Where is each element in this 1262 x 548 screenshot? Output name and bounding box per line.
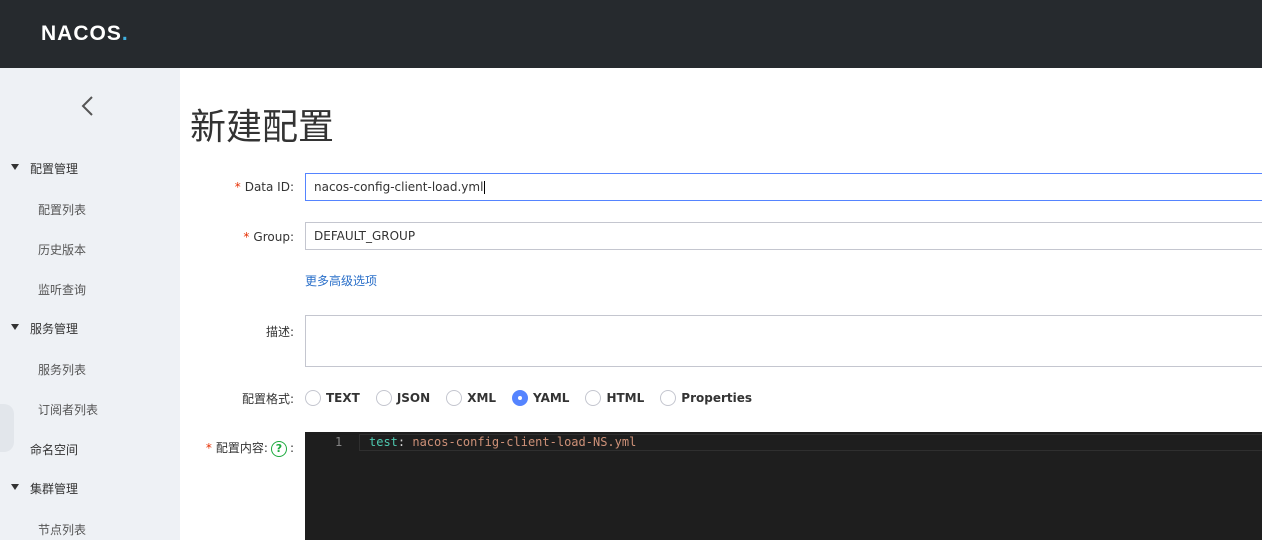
radio-label: HTML bbox=[606, 391, 645, 405]
nacos-logo[interactable]: NACOS. bbox=[41, 22, 129, 46]
required-mark: * bbox=[243, 230, 250, 244]
radio-circle bbox=[660, 390, 677, 406]
yaml-separator: : bbox=[397, 435, 413, 449]
format-radio-group: TEXT JSON XML YAML HTML Properties bbox=[305, 388, 768, 408]
text-cursor bbox=[484, 181, 486, 194]
yaml-key: test bbox=[369, 435, 398, 449]
radio-label: YAML bbox=[533, 391, 570, 405]
sidebar-item-label: 订阅者列表 bbox=[38, 403, 99, 417]
radio-circle bbox=[512, 390, 529, 406]
sidebar-group-service-management[interactable]: 服务管理 bbox=[0, 308, 180, 348]
data-id-value: nacos-config-client-load.yml bbox=[314, 180, 484, 194]
sidebar-item-service-list[interactable]: 服务列表 bbox=[0, 348, 180, 388]
format-radio-properties[interactable]: Properties bbox=[660, 390, 752, 406]
sidebar-group-label: 服务管理 bbox=[30, 321, 79, 336]
group-label-text: Group: bbox=[253, 230, 294, 244]
group-value: DEFAULT_GROUP bbox=[314, 229, 416, 243]
caret-down-icon bbox=[11, 484, 19, 490]
content-label-colon: : bbox=[289, 441, 294, 455]
sidebar-group-label: 配置管理 bbox=[30, 161, 79, 176]
caret-down-icon bbox=[11, 324, 19, 330]
sidebar-group-config-management[interactable]: 配置管理 bbox=[0, 148, 180, 188]
radio-label: Properties bbox=[681, 391, 753, 405]
sidebar-item-namespace[interactable]: 命名空间 bbox=[0, 428, 180, 468]
line-number: 1 bbox=[335, 435, 343, 449]
radio-circle bbox=[446, 390, 463, 406]
sidebar-group-cluster-management[interactable]: 集群管理 bbox=[0, 468, 180, 508]
sidebar-item-subscriber-list[interactable]: 订阅者列表 bbox=[0, 388, 180, 428]
sidebar-item-listener-query[interactable]: 监听查询 bbox=[0, 268, 180, 308]
chevron-left-icon bbox=[81, 96, 93, 116]
logo-text: NACOS bbox=[41, 22, 122, 45]
sidebar-item-history[interactable]: 历史版本 bbox=[0, 228, 180, 268]
radio-label: TEXT bbox=[326, 391, 360, 405]
sidebar-item-label: 监听查询 bbox=[38, 283, 87, 297]
data-id-label: * Data ID: bbox=[180, 180, 294, 194]
format-radio-text[interactable]: TEXT bbox=[305, 390, 360, 406]
required-mark: * bbox=[234, 180, 241, 194]
required-mark: * bbox=[205, 441, 212, 455]
sidebar-item-label: 历史版本 bbox=[38, 243, 87, 257]
yaml-value: nacos-config-client-load-NS.yml bbox=[412, 435, 637, 449]
data-id-input[interactable]: nacos-config-client-load.yml bbox=[305, 173, 1262, 201]
content-label: * 配置内容:?: bbox=[180, 439, 294, 457]
sidebar-item-config-list[interactable]: 配置列表 bbox=[0, 188, 180, 228]
sidebar-item-node-list[interactable]: 节点列表 bbox=[0, 508, 180, 548]
code-line: test: nacos-config-client-load-NS.yml bbox=[369, 435, 636, 449]
logo-dot: . bbox=[121, 22, 129, 45]
collapse-sidebar-button[interactable] bbox=[78, 94, 98, 118]
sidebar-item-label: 配置列表 bbox=[38, 203, 87, 217]
radio-label: JSON bbox=[396, 391, 431, 405]
page-title: 新建配置 bbox=[190, 107, 335, 148]
main-content: 新建配置 * Data ID: nacos-config-client-load.… bbox=[180, 68, 1262, 540]
advanced-options-link[interactable]: 更多高级选项 bbox=[305, 272, 377, 289]
description-textarea[interactable] bbox=[305, 315, 1262, 367]
sidebar-group-label: 集群管理 bbox=[30, 481, 79, 496]
radio-circle bbox=[305, 390, 321, 406]
sidebar: 配置管理 配置列表 历史版本 监听查询 服务管理 服务列表 订阅者列表 命名空间… bbox=[0, 68, 180, 540]
format-radio-yaml[interactable]: YAML bbox=[512, 390, 569, 406]
format-label: 配置格式: bbox=[241, 392, 294, 406]
description-label: 描述: bbox=[265, 325, 294, 339]
radio-circle bbox=[375, 390, 392, 406]
sidebar-item-label: 命名空间 bbox=[30, 443, 79, 457]
group-input[interactable]: DEFAULT_GROUP bbox=[305, 222, 1262, 250]
group-label: * Group: bbox=[180, 230, 294, 244]
sidebar-item-label: 服务列表 bbox=[38, 363, 87, 377]
radio-circle bbox=[585, 390, 602, 406]
format-radio-json[interactable]: JSON bbox=[375, 390, 431, 406]
data-id-label-text: Data ID: bbox=[244, 180, 294, 194]
format-radio-html[interactable]: HTML bbox=[585, 390, 644, 406]
sidebar-item-label: 节点列表 bbox=[38, 523, 87, 537]
content-label-text: 配置内容: bbox=[215, 441, 268, 455]
help-icon[interactable]: ? bbox=[270, 440, 287, 457]
caret-down-icon bbox=[11, 164, 19, 170]
format-radio-xml[interactable]: XML bbox=[446, 390, 496, 406]
code-editor[interactable]: 1 test: nacos-config-client-load-NS.yml bbox=[305, 432, 1262, 540]
radio-label: XML bbox=[467, 391, 497, 405]
top-bar: NACOS. bbox=[0, 0, 1262, 68]
